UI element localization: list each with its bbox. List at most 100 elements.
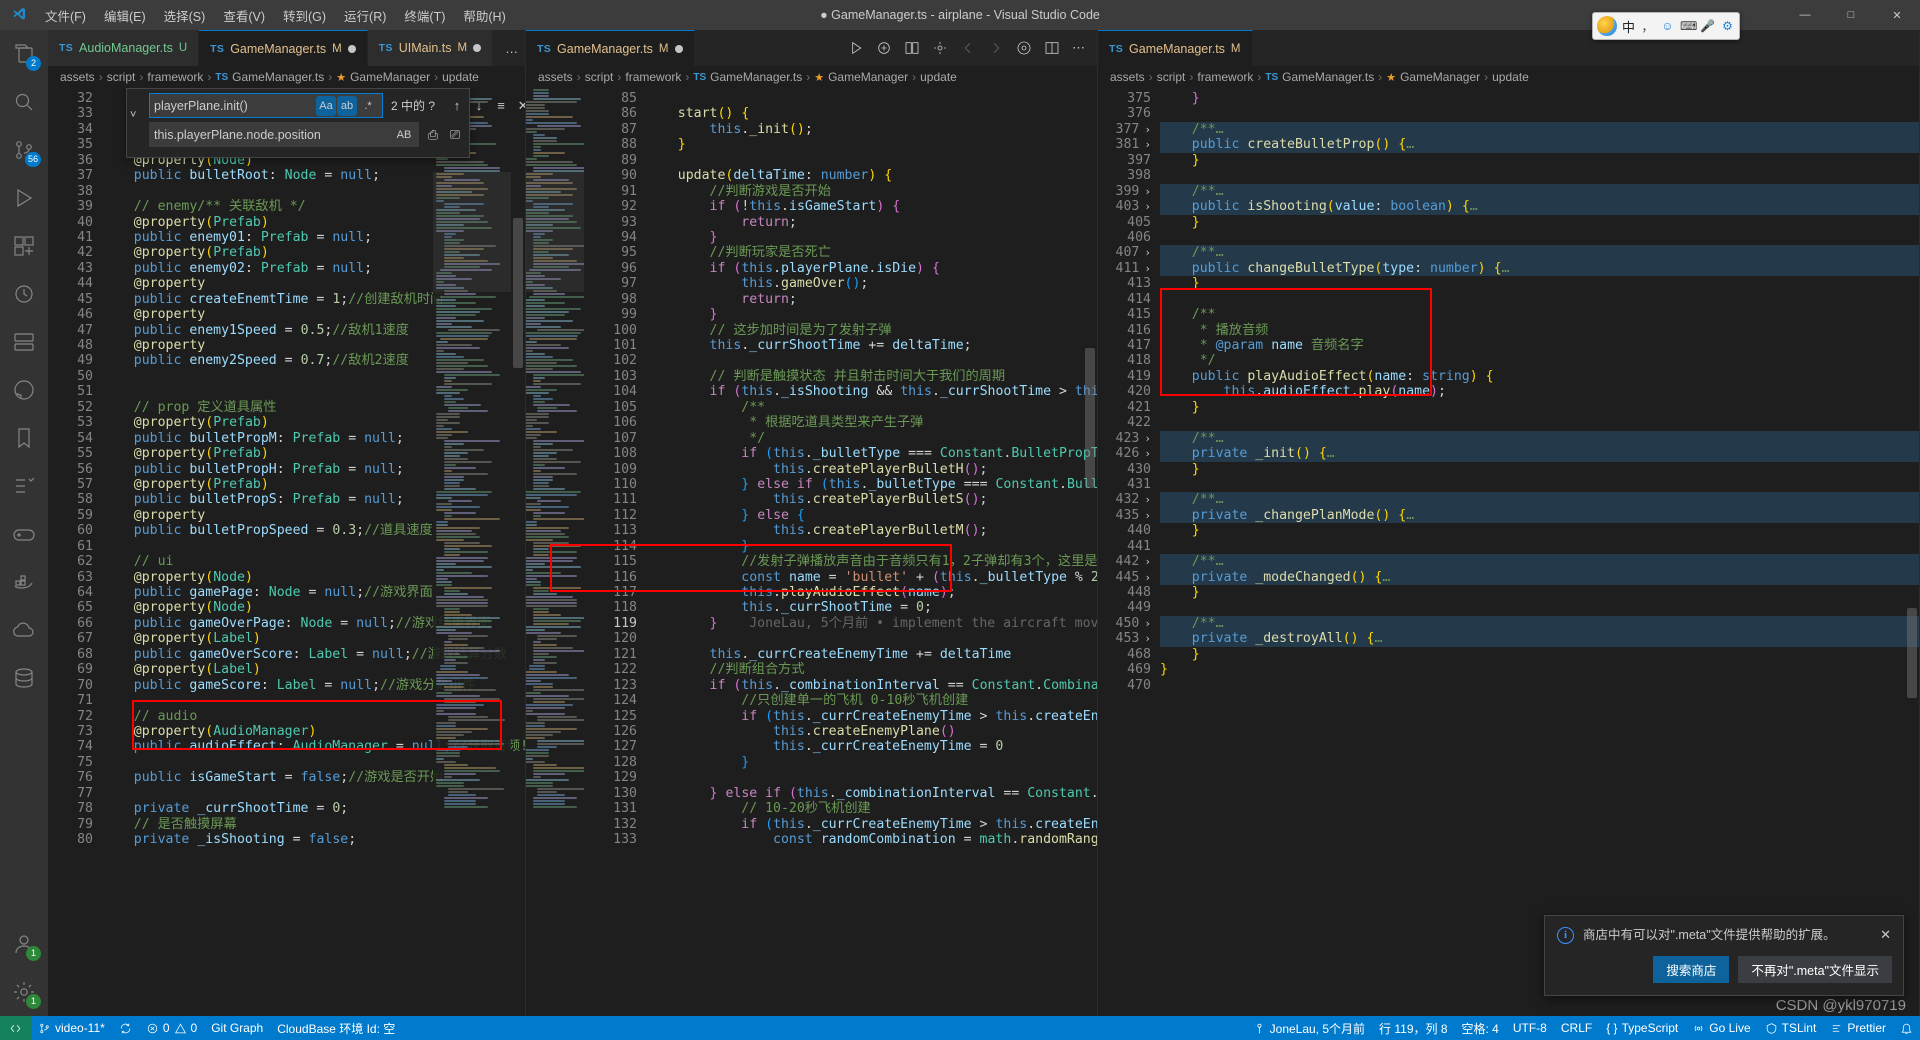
scrollbar-thumb[interactable] — [1907, 608, 1917, 698]
replace-input[interactable] — [154, 127, 393, 142]
tab-actions-2[interactable]: ⋯ — [836, 30, 1097, 66]
maximize-button[interactable]: □ — [1828, 0, 1874, 30]
code-line[interactable]: /**… — [1160, 245, 1919, 261]
code-line[interactable] — [646, 770, 1097, 785]
code-line[interactable]: return; — [646, 292, 1097, 307]
code-line[interactable]: const randomCombination = math.randomRan… — [646, 832, 1097, 847]
menu-edit[interactable]: 编辑(E) — [95, 2, 155, 29]
status-problems[interactable]: 0 0 — [139, 1016, 204, 1040]
menu-view[interactable]: 查看(V) — [214, 2, 274, 29]
status-branch[interactable]: video-11* — [31, 1016, 112, 1040]
code-line[interactable]: return; — [646, 215, 1097, 230]
code-line[interactable]: } — [646, 539, 1097, 554]
activity-item-docker[interactable] — [0, 558, 48, 606]
code-line[interactable] — [1160, 477, 1919, 492]
code-line[interactable]: private _changePlanMode() {… — [1160, 507, 1919, 524]
tab-bar-1[interactable]: TS AudioManager.ts U TS GameManager.ts M… — [48, 30, 525, 66]
find-input-wrap[interactable]: Aa ab .* — [149, 93, 383, 118]
menu-run[interactable]: 运行(R) — [335, 2, 395, 29]
code-line[interactable]: public changeBulletType(type: number) {… — [1160, 260, 1919, 277]
tab-gamemanager-2[interactable]: TS GameManager.ts M — [526, 30, 695, 66]
breadcrumb-framework[interactable]: framework — [147, 70, 203, 84]
activity-item-source-control[interactable]: 56 — [0, 126, 48, 174]
code-line[interactable]: if (this._bulletType === Constant.Bullet… — [646, 446, 1097, 461]
tab-bar-2[interactable]: TS GameManager.ts M ⋯ — [526, 30, 1097, 66]
code-line[interactable]: this._init(); — [646, 122, 1097, 137]
breadcrumb-file[interactable]: GameManager.ts — [1282, 70, 1374, 84]
code-line[interactable]: /** — [646, 400, 1097, 415]
notification-toast[interactable]: i 商店中有可以对".meta"文件提供帮助的扩展。 ✕ 搜索商店 不再对".m… — [1544, 915, 1904, 996]
minimize-button[interactable]: — — [1782, 0, 1828, 30]
code-line[interactable] — [1160, 415, 1919, 430]
replace-all-icon[interactable]: ⎚ — [445, 127, 465, 143]
breadcrumb-method[interactable]: update — [920, 70, 957, 84]
code-line[interactable]: /**… — [1160, 121, 1919, 138]
more-actions-icon[interactable]: … — [505, 41, 518, 56]
close-button[interactable]: ✕ — [1874, 0, 1920, 30]
code-line[interactable]: } — [1160, 91, 1919, 106]
activity-item-settings[interactable]: 1 — [0, 968, 48, 1016]
activity-item-run-debug[interactable] — [0, 174, 48, 222]
prev-change-icon[interactable] — [960, 40, 976, 56]
code-line[interactable] — [646, 91, 1097, 106]
breadcrumb-file[interactable]: GameManager.ts — [232, 70, 324, 84]
code-line[interactable] — [1160, 230, 1919, 245]
activity-item-gamepad[interactable] — [0, 510, 48, 558]
activity-item-database[interactable] — [0, 654, 48, 702]
code-content-2[interactable]: start() { this._init(); } update(deltaTi… — [646, 88, 1097, 1016]
status-language-mode[interactable]: { } TypeScript — [1599, 1016, 1685, 1040]
code-line[interactable]: if (this.playerPlane.isDie) { — [646, 261, 1097, 276]
menu-file[interactable]: 文件(F) — [36, 2, 95, 29]
tab-audiomanager[interactable]: TS AudioManager.ts U — [48, 30, 200, 66]
debug-icon[interactable] — [876, 40, 892, 56]
breadcrumb-file[interactable]: GameManager.ts — [710, 70, 802, 84]
notification-close-icon[interactable]: ✕ — [1878, 927, 1893, 943]
menu-go[interactable]: 转到(G) — [274, 2, 335, 29]
status-bar[interactable]: video-11* 0 0 Git Graph CloudBase 环境 Id:… — [0, 1016, 1920, 1040]
status-tslint[interactable]: TSLint — [1758, 1016, 1824, 1040]
code-line[interactable]: * 播放音频 — [1160, 323, 1919, 338]
window-controls[interactable]: — □ ✕ — [1782, 0, 1920, 30]
code-line[interactable]: } else if (this._combinationInterval == … — [646, 786, 1097, 801]
code-line[interactable]: public createBulletProp() {… — [1160, 137, 1919, 153]
code-line[interactable]: } — [646, 137, 1097, 152]
status-sync[interactable] — [112, 1016, 139, 1040]
find-nav[interactable]: ↑ ↓ ≡ ✕ — [443, 98, 525, 114]
code-line[interactable]: private _init() {… — [1160, 446, 1919, 462]
notification-buttons[interactable]: 搜索商店 不再对".meta"文件显示 — [1545, 952, 1903, 995]
breadcrumb-3[interactable]: assets › script › framework › TS GameManage… — [1098, 66, 1919, 88]
code-content-3[interactable]: } /**… public createBulletProp() {… } /*… — [1160, 88, 1919, 1016]
find-input[interactable] — [154, 98, 315, 113]
code-line[interactable]: } else if (this._bulletType === Constant… — [646, 477, 1097, 492]
more-actions-icon[interactable]: ⋯ — [1072, 40, 1085, 56]
find-replace-widget[interactable]: ˅ Aa ab .* 2 中的 ? ↑ ↓ — [126, 88, 525, 158]
code-line[interactable]: this._currShootTime += deltaTime; — [646, 338, 1097, 353]
code-line[interactable]: if (this._currCreateEnemyTime > this.cre… — [646, 709, 1097, 724]
code-line[interactable]: } JoneLau, 5个月前 • implement the aircraft… — [646, 616, 1097, 631]
code-line[interactable]: /**… — [1160, 183, 1919, 200]
code-line[interactable]: if (!this.isGameStart) { — [646, 199, 1097, 214]
code-line[interactable] — [1160, 106, 1919, 121]
code-line[interactable]: // 这步加时间是为了发射子弹 — [646, 323, 1097, 338]
code-line[interactable] — [1160, 678, 1919, 693]
code-line[interactable]: */ — [1160, 353, 1919, 368]
replace-input-wrap[interactable]: AB — [149, 122, 419, 147]
code-line[interactable] — [1160, 292, 1919, 307]
preview-icon[interactable] — [1016, 40, 1032, 56]
minimap-2[interactable] — [526, 88, 584, 1016]
match-case-icon[interactable]: Aa — [316, 95, 336, 116]
code-line[interactable]: } — [1160, 585, 1919, 600]
breadcrumb-1[interactable]: assets › script › framework › TS GameManage… — [48, 66, 525, 88]
code-line[interactable]: } — [1160, 462, 1919, 477]
code-line[interactable]: } — [1160, 523, 1919, 538]
status-indentation[interactable]: 空格: 4 — [1455, 1016, 1506, 1040]
run-icon[interactable] — [848, 40, 864, 56]
toggle-replace-icon[interactable]: ˅ — [130, 109, 136, 121]
code-line[interactable]: public isShooting(value: boolean) {… — [1160, 199, 1919, 215]
search-marketplace-button[interactable]: 搜索商店 — [1653, 956, 1730, 983]
code-line[interactable]: } — [1160, 400, 1919, 415]
tab-bar-3[interactable]: TS GameManager.ts M — [1098, 30, 1919, 66]
mic-icon[interactable]: 🎤 — [1700, 19, 1715, 33]
code-line[interactable]: public playAudioEffect(name: string) { — [1160, 369, 1919, 384]
code-line[interactable]: * 根据吃道具类型来产生子弹 — [646, 415, 1097, 430]
